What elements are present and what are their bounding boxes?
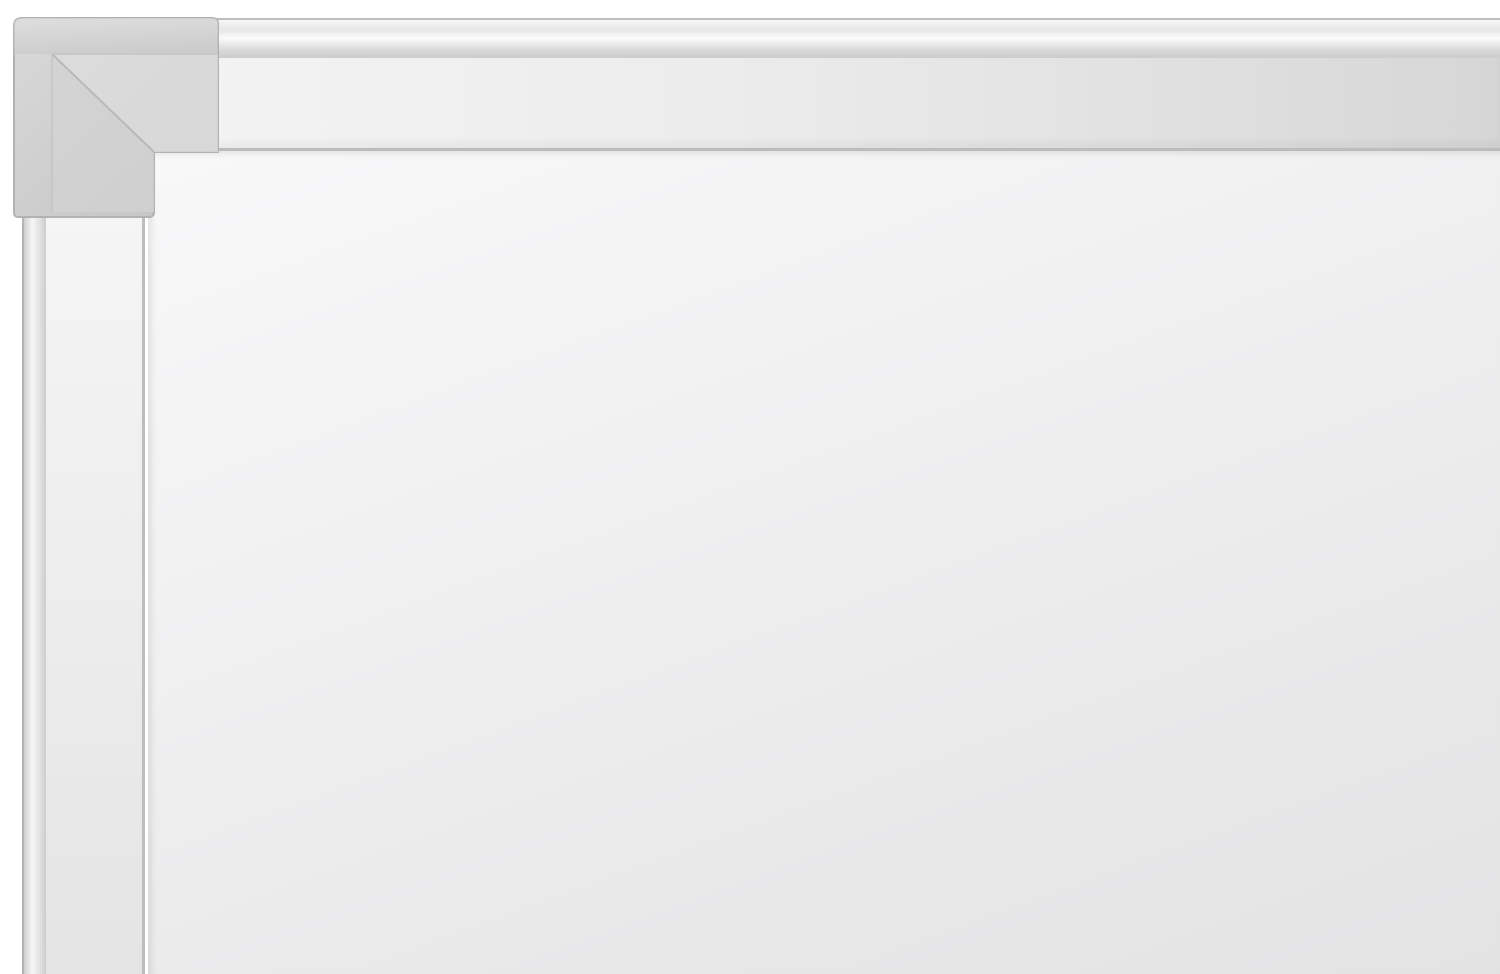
whiteboard-surface	[148, 150, 1500, 974]
left-frame	[46, 210, 145, 974]
top-frame-rail	[200, 18, 1500, 61]
whiteboard-photo	[0, 0, 1500, 974]
top-frame	[200, 58, 1500, 151]
left-frame-rail	[22, 210, 48, 974]
corner-cap-icon	[13, 17, 219, 218]
